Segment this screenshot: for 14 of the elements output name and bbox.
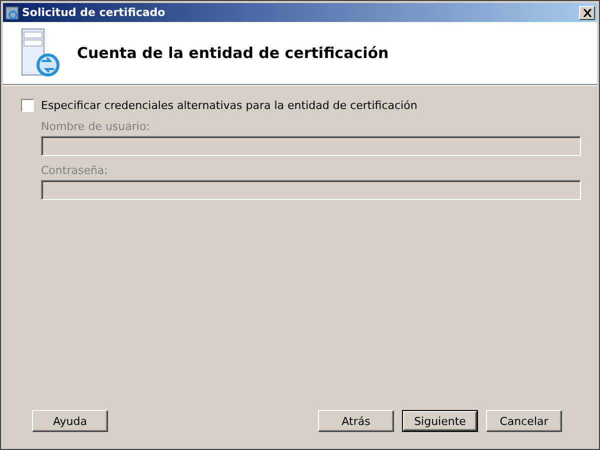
close-button[interactable] (579, 6, 595, 20)
dialog-button[interactable]: Siguiente (403, 411, 477, 431)
checkbox[interactable] (21, 99, 34, 112)
window-title: Solicitud de certificado (22, 6, 166, 19)
field-label: Nombre de usuario: (41, 120, 151, 133)
dialog-button[interactable]: Atrás (318, 410, 394, 432)
dialog-button[interactable]: Ayuda (32, 410, 108, 432)
certificate-icon (5, 6, 19, 20)
page-heading: Cuenta de la entidad de certificación (77, 44, 389, 62)
close-icon (582, 8, 592, 16)
field-label: Contraseña: (41, 164, 109, 177)
server-refresh-icon (21, 28, 61, 78)
dialog-button[interactable]: Cancelar (486, 410, 562, 432)
checkbox-label: Especificar credenciales alternativas para la entidad de certificación (41, 99, 418, 112)
